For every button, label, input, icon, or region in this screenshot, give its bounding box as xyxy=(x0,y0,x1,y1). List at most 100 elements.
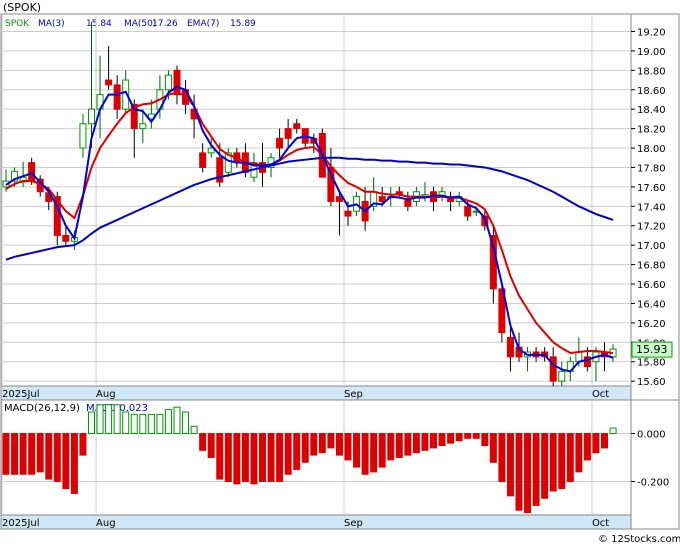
macd-bar xyxy=(53,433,61,482)
macd-bar xyxy=(515,433,523,511)
macd-bar xyxy=(412,433,420,454)
candle-body xyxy=(173,69,181,96)
macd-bar xyxy=(113,404,121,435)
y-tick-label: 18.80 xyxy=(637,66,666,77)
macd-bar xyxy=(276,433,284,482)
y-tick-label: 17.00 xyxy=(637,241,666,252)
y-tick-label: 17.20 xyxy=(637,222,666,233)
macd-bar xyxy=(164,409,172,435)
macd-bar xyxy=(28,433,36,475)
y-tick-label: 18.40 xyxy=(637,105,666,116)
candle-body xyxy=(105,79,113,86)
candle-body xyxy=(344,210,352,217)
macd-bar xyxy=(79,433,87,456)
macd-bar xyxy=(404,433,412,456)
legend-entry: 15.84 xyxy=(86,19,112,29)
macd-bar xyxy=(592,433,600,454)
macd-bar xyxy=(310,433,318,456)
macd-bar xyxy=(199,433,207,451)
macd-bar xyxy=(11,433,19,475)
macd-bar xyxy=(395,433,403,458)
x-tick-label: Oct xyxy=(592,518,609,529)
y-tick-label: 16.60 xyxy=(637,280,666,291)
legend-entry: EMA(7) xyxy=(187,19,219,29)
y-tick-label: 19.20 xyxy=(637,27,666,38)
chart-legend: SPOK MA(3) 15.84 MA(50)17.26 EMA(7) 15.89 xyxy=(5,19,256,29)
macd-bar xyxy=(96,404,104,435)
macd-label: MACD(26,12,9) xyxy=(4,403,80,414)
macd-bar xyxy=(481,433,489,447)
macd-bar xyxy=(335,433,343,456)
y-tick-label: 16.20 xyxy=(637,319,666,330)
candle-body xyxy=(464,205,472,217)
macd-bar xyxy=(566,433,574,482)
macd-bar xyxy=(370,433,378,473)
candle-body xyxy=(506,336,514,358)
candle-body xyxy=(113,84,121,110)
macd-bar xyxy=(549,433,557,492)
x-tick-label: Oct xyxy=(592,389,609,400)
macd-bar xyxy=(464,433,472,439)
y-tick-label: 0.000 xyxy=(637,430,666,441)
macd-bar xyxy=(447,433,455,444)
y-tick-label: 18.00 xyxy=(637,144,666,155)
macd-bar xyxy=(558,433,566,490)
macd-bar xyxy=(173,406,181,435)
macd-bar xyxy=(583,433,591,461)
macd-bar xyxy=(284,433,292,475)
x-tick-label: Sep xyxy=(344,518,363,529)
candle-body xyxy=(79,123,87,149)
macd-bar xyxy=(147,413,155,435)
macd-bar xyxy=(301,433,309,463)
macd-bar xyxy=(293,433,301,470)
y-tick-label: -0.200 xyxy=(637,477,669,488)
macd-bar xyxy=(524,433,532,514)
macd-bar xyxy=(182,411,190,435)
macd-bar xyxy=(224,433,232,482)
macd-bar xyxy=(353,433,361,468)
macd-bar xyxy=(489,433,497,463)
macd-bar xyxy=(498,433,506,482)
candle-body xyxy=(28,162,36,182)
macd-bar xyxy=(241,433,249,482)
candle-body xyxy=(378,196,386,202)
macd-bar xyxy=(318,433,326,454)
macd-bar xyxy=(609,427,617,435)
y-tick-label: 17.60 xyxy=(637,183,666,194)
macd-bar xyxy=(105,404,113,435)
macd-bar xyxy=(36,433,44,473)
y-tick-label: 17.80 xyxy=(637,163,666,174)
x-tick-label: 2025Jul xyxy=(2,389,40,400)
macd-bar xyxy=(259,433,266,482)
macd-bar xyxy=(70,433,78,494)
macd-bar xyxy=(541,433,549,499)
legend-entry: SPOK xyxy=(5,19,30,29)
candle-body xyxy=(293,123,301,130)
y-tick-label: 16.80 xyxy=(637,261,666,272)
macd-bar xyxy=(575,433,583,473)
candle-body xyxy=(139,123,147,130)
last-price-tag: 15.93 xyxy=(631,341,673,358)
macd-bar xyxy=(506,433,514,497)
x-tick-label: Aug xyxy=(96,518,116,529)
y-tick-label: 18.20 xyxy=(637,125,666,136)
y-tick-label: 19.00 xyxy=(637,47,666,58)
candle-body xyxy=(549,356,557,382)
x-tick-label: 2025Jul xyxy=(2,518,40,529)
y-tick-label: 17.40 xyxy=(637,202,666,213)
macd-bar xyxy=(361,433,369,475)
macd-bar xyxy=(267,433,275,482)
macd-bar xyxy=(19,433,27,475)
candle-body xyxy=(276,137,284,149)
candle-body xyxy=(62,234,70,242)
macd-bar xyxy=(62,433,70,490)
symbol-label: (SPOK) xyxy=(3,1,41,14)
macd-bar xyxy=(455,433,463,442)
macd-bar xyxy=(430,433,437,449)
macd-bar xyxy=(472,433,480,439)
macd-bar xyxy=(378,433,386,468)
price-plot-frame xyxy=(0,13,632,387)
macd-bar xyxy=(216,433,224,480)
candle-body xyxy=(335,196,343,202)
watermark: © 12Stocks.com xyxy=(598,534,680,545)
